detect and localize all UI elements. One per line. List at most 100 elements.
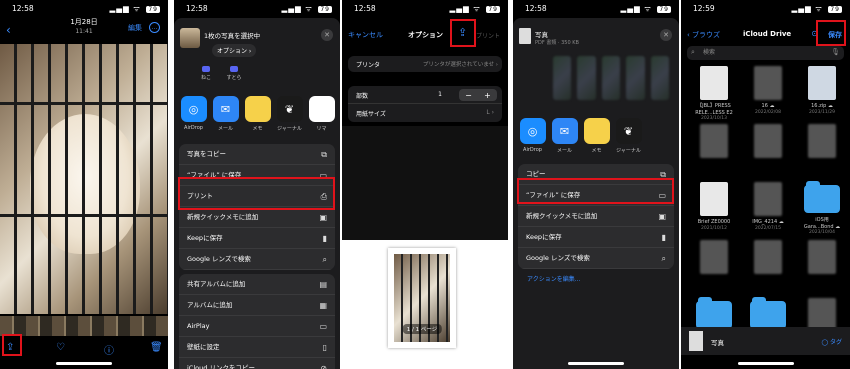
- action-row[interactable]: 共有アルバムに追加 ▤: [179, 274, 335, 295]
- action-row[interactable]: アルバムに追加 ▦: [179, 295, 335, 316]
- action-row[interactable]: 新規クイックメモに追加 ▣: [179, 207, 335, 228]
- search-input[interactable]: 検索: [687, 46, 844, 60]
- discord-icon: [230, 66, 238, 72]
- file-item[interactable]: 16.zip ☁ 2023/11/29: [801, 66, 843, 115]
- action-icon: ⊘: [320, 364, 327, 369]
- file-item[interactable]: [801, 240, 843, 277]
- close-icon[interactable]: ✕: [660, 29, 672, 41]
- options-button[interactable]: オプション ›: [212, 44, 257, 57]
- paper-label: 用紙サイズ: [356, 111, 386, 118]
- file-item[interactable]: [801, 124, 843, 161]
- preview-page[interactable]: 1 / 1 ページ: [388, 248, 456, 348]
- status-bar: 12:58 ▂▄▆ ᯤ 79: [342, 4, 508, 16]
- browse-back-button[interactable]: ‹ ブラウズ: [687, 30, 720, 40]
- edit-actions-link[interactable]: アクションを編集...: [527, 274, 580, 283]
- status-icons: ▂▄▆ ᯤ 79: [449, 4, 500, 13]
- action-label: iCloud リンクをコピー: [187, 364, 255, 369]
- action-label: 新規クイックメモに追加: [187, 213, 259, 221]
- app-row: ◎ AirDrop ✉ メール メモ ❦ ジャーナル: [513, 118, 679, 158]
- contact-item[interactable]: すとら: [222, 66, 246, 81]
- print-button[interactable]: プリント: [476, 31, 500, 40]
- file-item[interactable]: 16 ☁ 2022/02/08: [747, 66, 789, 115]
- paper-size-row[interactable]: 用紙サイズ L ›: [348, 104, 502, 122]
- action-row[interactable]: iCloud リンクをコピー ⊘: [179, 358, 335, 369]
- home-indicator: [56, 362, 112, 365]
- contact-item[interactable]: ねこ: [194, 66, 218, 81]
- file-item[interactable]: [747, 240, 789, 277]
- cage-bar-horizontal: [0, 214, 168, 217]
- print-settings-card: 部数 1 − + 用紙サイズ L ›: [348, 86, 502, 122]
- close-icon[interactable]: ✕: [321, 29, 333, 41]
- trash-icon[interactable]: 🗑: [150, 342, 163, 353]
- printer-label: プリンタ: [356, 62, 381, 69]
- app-item[interactable]: ◎ AirDrop: [519, 118, 546, 153]
- plus-button[interactable]: +: [484, 91, 491, 100]
- status-icons: ▂▄▆ ᯤ 79: [281, 4, 332, 13]
- file-item[interactable]: 【JBL】PRESS RELE...LESS E2 2023/10/13: [693, 66, 735, 122]
- heart-icon[interactable]: ♡: [56, 342, 65, 353]
- action-row[interactable]: Keepに保存 ▮: [518, 227, 674, 248]
- status-bar: 12:59 ▂▄▆ ᯤ 79: [681, 4, 850, 16]
- file-date: 2022/07/15: [755, 225, 781, 231]
- action-label: コピー: [526, 170, 546, 178]
- printer-value: プリンタが選択されていませ ›: [422, 62, 498, 68]
- status-icons: ▂▄▆ ᯤ 79: [109, 4, 160, 13]
- document-icon: [700, 182, 728, 216]
- edit-button[interactable]: 編集: [128, 24, 142, 34]
- app-label: AirDrop: [184, 125, 203, 131]
- file-date: 2022/02/08: [755, 109, 781, 115]
- status-bar: 12:58 ▂▄▆ ᯤ 79: [174, 4, 340, 16]
- action-label: 写真をコピー: [187, 150, 226, 158]
- info-icon[interactable]: ⓘ: [104, 342, 114, 357]
- file-item[interactable]: iOS用 Gara...Bond ☁ 2023/10/04: [801, 181, 843, 236]
- selected-photo-thumb: [180, 28, 200, 48]
- action-label: Keepに保存: [526, 233, 562, 241]
- action-row[interactable]: 写真をコピー ⧉: [179, 144, 335, 165]
- app-item[interactable]: メモ: [244, 96, 271, 132]
- back-chevron-icon[interactable]: ‹: [6, 22, 11, 39]
- app-item[interactable]: リマ: [308, 96, 335, 132]
- action-label: Google レンズで検索: [187, 255, 251, 263]
- save-filename[interactable]: 写真: [711, 337, 724, 347]
- app-item[interactable]: ◎ AirDrop: [180, 96, 207, 131]
- file-item[interactable]: Brief ZE0000 2021/10/12: [693, 182, 735, 231]
- printer-row[interactable]: プリンタ プリンタが選択されていませ ›: [348, 56, 502, 72]
- action-label: Google レンズで検索: [526, 254, 590, 262]
- action-row[interactable]: AirPlay ▭: [179, 316, 335, 337]
- app-item[interactable]: ❦ ジャーナル: [276, 96, 303, 132]
- search-icon: ⌕: [691, 48, 695, 56]
- app-item[interactable]: ❦ ジャーナル: [615, 118, 642, 154]
- action-group-2: 共有アルバムに追加 ▤ アルバムに追加 ▦ AirPlay ▭ 壁紙に設定 ▯ iCloud リ…: [179, 274, 335, 369]
- mic-icon[interactable]: 🎙: [831, 48, 840, 56]
- tag-button[interactable]: ◯ タグ: [821, 337, 842, 346]
- minus-button[interactable]: −: [465, 91, 472, 100]
- file-item[interactable]: [693, 240, 735, 277]
- app-item[interactable]: ✉ メール: [212, 96, 239, 132]
- file-date: 2021/10/12: [701, 225, 727, 231]
- action-row[interactable]: 壁紙に設定 ▯: [179, 337, 335, 358]
- blurred-contacts: [553, 56, 670, 100]
- app-item[interactable]: ✉ メール: [551, 118, 578, 154]
- file-item[interactable]: [747, 124, 789, 161]
- more-button[interactable]: …: [149, 22, 160, 33]
- cancel-button[interactable]: キャンセル: [348, 30, 383, 40]
- save-footer: 写真 ◯ タグ: [681, 327, 850, 355]
- action-row[interactable]: Google レンズで検索 ⌕: [518, 248, 674, 269]
- app-icon: ❦: [276, 96, 303, 122]
- app-item[interactable]: メモ: [583, 118, 610, 154]
- app-icon: [244, 96, 271, 122]
- pdf-thumb: [519, 28, 531, 44]
- file-item[interactable]: IMG_4214 ☁ 2022/07/15: [747, 182, 789, 231]
- blurred-thumb: [754, 124, 782, 158]
- copies-value: 1: [438, 91, 442, 98]
- status-icons: ▂▄▆ ᯤ 79: [791, 4, 842, 13]
- thumbnail-strip[interactable]: [0, 316, 168, 336]
- action-row[interactable]: 新規クイックメモに追加 ▣: [518, 206, 674, 227]
- file-item[interactable]: [693, 124, 735, 161]
- action-row[interactable]: Google レンズで検索 ⌕: [179, 249, 335, 270]
- dog-photo: [0, 44, 168, 314]
- app-icon: ◎: [180, 96, 207, 122]
- action-row[interactable]: Keepに保存 ▮: [179, 228, 335, 249]
- file-name: iOS用 Gara...Bond ☁: [803, 217, 841, 230]
- copies-stepper[interactable]: − +: [459, 89, 497, 101]
